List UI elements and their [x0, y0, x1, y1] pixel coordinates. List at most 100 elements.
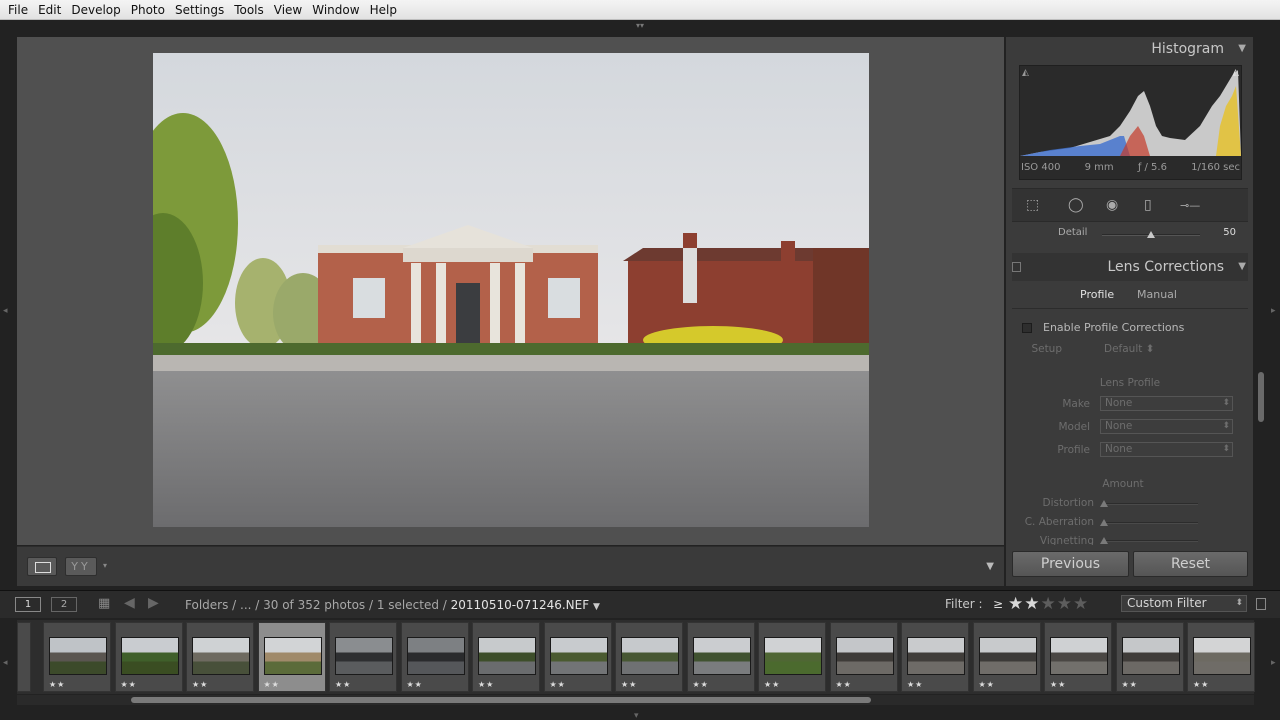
model-select[interactable]: None: [1100, 419, 1233, 434]
filter-lock-icon[interactable]: [1256, 598, 1266, 610]
aberration-slider-thumb[interactable]: [1100, 519, 1108, 526]
film-thumbnail[interactable]: [192, 637, 250, 675]
film-cell[interactable]: ★★: [686, 622, 755, 692]
reset-button[interactable]: Reset: [1133, 551, 1248, 577]
film-thumbnail[interactable]: [764, 637, 822, 675]
film-cell[interactable]: ★★: [186, 622, 254, 692]
film-thumbnail[interactable]: [49, 637, 107, 675]
menu-file[interactable]: File: [3, 0, 33, 20]
film-thumbnail[interactable]: [621, 637, 679, 675]
film-thumbnail[interactable]: [120, 637, 179, 675]
filmstrip-source-path[interactable]: Folders / ... / 30 of 352 photos / 1 sel…: [185, 598, 600, 612]
highlight-clipping-icon[interactable]: ◭: [1232, 68, 1239, 78]
graduated-filter-icon[interactable]: ▯: [1144, 197, 1152, 213]
film-cell[interactable]: ★★: [1187, 622, 1255, 692]
menu-photo[interactable]: Photo: [126, 0, 170, 20]
back-arrow-icon[interactable]: ◀: [124, 595, 135, 611]
filename-dropdown-icon[interactable]: ▼: [593, 602, 600, 612]
film-cell-partial[interactable]: [17, 622, 31, 692]
distortion-slider[interactable]: [1100, 500, 1198, 507]
monitor-2-button[interactable]: 2: [51, 597, 77, 612]
menu-edit[interactable]: Edit: [33, 0, 66, 20]
main-photo[interactable]: [153, 53, 869, 527]
film-thumbnail[interactable]: [1050, 637, 1108, 675]
filmstrip-scrollbar-thumb[interactable]: [131, 697, 871, 703]
red-eye-icon[interactable]: ◉: [1106, 197, 1118, 213]
film-thumbnail[interactable]: [907, 637, 965, 675]
rating-filter-stars[interactable]: ★★★★★: [1008, 594, 1089, 614]
film-thumbnail[interactable]: [335, 637, 393, 675]
left-panel-toggle-icon[interactable]: ◂: [3, 306, 8, 316]
film-cell[interactable]: ★★: [114, 622, 183, 692]
film-cell[interactable]: ★★: [972, 622, 1041, 692]
previous-button[interactable]: Previous: [1012, 551, 1129, 577]
setup-select[interactable]: Default ⬍: [1104, 343, 1155, 355]
aberration-slider[interactable]: [1100, 519, 1198, 526]
film-thumbnail[interactable]: [263, 637, 322, 675]
film-cell[interactable]: ★★: [543, 622, 612, 692]
vignetting-slider[interactable]: [1100, 537, 1198, 544]
bottom-panel-toggle-icon[interactable]: ▾: [634, 711, 639, 720]
tab-manual[interactable]: Manual: [1137, 288, 1177, 301]
toolbar-menu-icon[interactable]: ▼: [986, 561, 994, 572]
rating-stars-on[interactable]: ★★: [1008, 594, 1040, 614]
menu-help[interactable]: Help: [365, 0, 402, 20]
filmstrip-scrollbar[interactable]: [17, 695, 1254, 705]
right-panel-toggle-icon[interactable]: ▸: [1271, 306, 1276, 316]
top-panel-toggle-icon[interactable]: ▾▾: [634, 22, 646, 30]
rating-stars-off[interactable]: ★★★: [1040, 594, 1089, 614]
loupe-view-button[interactable]: [27, 557, 57, 576]
histogram-collapse-icon[interactable]: ▼: [1238, 37, 1246, 61]
film-cell[interactable]: ★★: [472, 622, 540, 692]
lens-corrections-collapse-icon[interactable]: ▼: [1238, 255, 1246, 279]
film-cell[interactable]: ★★: [43, 622, 111, 692]
film-thumbnail[interactable]: [978, 637, 1037, 675]
menu-view[interactable]: View: [269, 0, 307, 20]
tab-profile[interactable]: Profile: [1080, 288, 1114, 301]
menu-tools[interactable]: Tools: [229, 0, 269, 20]
custom-filter-select[interactable]: Custom Filter: [1121, 595, 1247, 612]
menu-window[interactable]: Window: [307, 0, 364, 20]
make-select[interactable]: None: [1100, 396, 1233, 411]
lens-corrections-header[interactable]: Lens Corrections ▼: [1006, 255, 1254, 279]
right-panel-scrollbar-thumb[interactable]: [1258, 372, 1264, 422]
menu-settings[interactable]: Settings: [170, 0, 229, 20]
before-after-button[interactable]: YY: [65, 557, 97, 576]
film-thumbnail[interactable]: [1121, 637, 1180, 675]
forward-arrow-icon[interactable]: ▶: [148, 595, 159, 611]
film-cell[interactable]: ★★: [257, 622, 326, 692]
film-thumbnail[interactable]: [478, 637, 536, 675]
film-cell[interactable]: ★★: [1044, 622, 1112, 692]
film-thumbnail[interactable]: [692, 637, 751, 675]
filmstrip-right-arrow-icon[interactable]: ▸: [1271, 658, 1276, 668]
film-thumbnail[interactable]: [835, 637, 894, 675]
film-thumbnail[interactable]: [406, 637, 465, 675]
enable-profile-checkbox[interactable]: [1022, 322, 1032, 333]
crop-icon[interactable]: ⬚: [1026, 197, 1039, 213]
film-cell[interactable]: ★★: [615, 622, 683, 692]
histogram-header[interactable]: Histogram ▼: [1006, 37, 1254, 61]
adjustment-brush-icon[interactable]: ⊸—: [1180, 199, 1200, 212]
film-thumbnail[interactable]: [549, 637, 608, 675]
panel-switch-icon[interactable]: [1012, 262, 1021, 272]
film-thumbnail[interactable]: [1193, 637, 1251, 675]
distortion-slider-thumb[interactable]: [1100, 500, 1108, 507]
grid-view-icon[interactable]: ▦: [98, 596, 110, 611]
vignetting-slider-thumb[interactable]: [1100, 537, 1108, 544]
shadow-clipping-icon[interactable]: ◭: [1022, 68, 1029, 78]
monitor-1-button[interactable]: 1: [15, 597, 41, 612]
spot-removal-icon[interactable]: ◯: [1068, 197, 1084, 213]
film-cell[interactable]: ★★: [901, 622, 969, 692]
before-after-dropdown-icon[interactable]: ▾: [103, 561, 107, 570]
film-cell[interactable]: ★★: [829, 622, 898, 692]
film-cell[interactable]: ★★: [758, 622, 826, 692]
profile-select[interactable]: None: [1100, 442, 1233, 457]
right-panel-scrollbar[interactable]: [1256, 37, 1270, 586]
film-cell[interactable]: ★★: [329, 622, 397, 692]
rating-operator[interactable]: ≥: [993, 597, 1003, 611]
film-cell[interactable]: ★★: [1115, 622, 1184, 692]
detail-slider-thumb[interactable]: [1147, 231, 1155, 238]
menu-develop[interactable]: Develop: [66, 0, 125, 20]
film-cell[interactable]: ★★: [400, 622, 469, 692]
filmstrip-left-arrow-icon[interactable]: ◂: [3, 658, 8, 668]
